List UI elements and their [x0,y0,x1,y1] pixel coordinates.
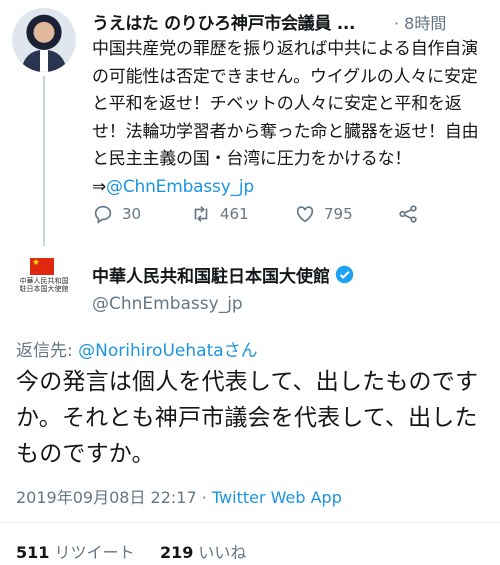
heart-icon [296,206,314,223]
author-avatar[interactable] [12,8,76,72]
avatar-shirt [40,50,48,72]
share-icon [399,205,417,223]
tweet1-text-body: 中国共産党の罪歴を振り返れば中共による自作自演の可能性は否定できません。ウイグル… [92,39,479,197]
retweets-stat[interactable]: 511 リツイート [16,543,135,562]
reply-count: 30 [122,205,142,223]
reply-icon [94,205,112,224]
reply-button[interactable]: 30 [92,203,141,225]
retweet-total: 511 [16,543,50,562]
star-icon: ★ [32,258,41,268]
like-button[interactable]: 795 [294,203,353,225]
tweet2-handle[interactable]: @ChnEmbassy_jp [92,294,243,314]
retweet-label: リツイート [49,543,135,562]
reply-to-line: 返信先: @NorihiroUehataさん [16,336,258,361]
tweet2-timestamp[interactable]: 2019年09月08日 22:17 · [16,488,212,507]
embassy-avatar[interactable]: ★ 中華人民共和国駐日本国大使館 [18,258,69,316]
like-count: 795 [324,205,353,223]
like-label: いいね [193,543,247,562]
tweet2-stats: 511 リツイート 219 いいね [16,539,246,563]
thread-line [43,76,45,246]
reply-to-link[interactable]: @NorihiroUehataさん [78,341,258,361]
tweet2-author-name[interactable]: 中華人民共和国駐日本国大使館 [92,262,354,287]
tweet2-author-name-text: 中華人民共和国駐日本国大使館 [92,267,330,287]
like-total: 219 [159,543,194,562]
tweet1-text: 中国共産党の罪歴を振り返れば中共による自作自演の可能性は否定できません。ウイグル… [92,36,490,201]
tweet1-mention-link[interactable]: @ChnEmbassy_jp [106,177,254,197]
tweet1-author-name[interactable]: うえはた のりひろ神戸市会議員 ... [92,9,355,34]
reply-prefix: 返信先: [16,341,79,361]
tweet1-actions: 30 461 795 [92,203,492,229]
china-flag-icon: ★ [30,258,54,275]
verified-badge-icon [335,265,354,284]
tweet2-source-link[interactable]: Twitter Web App [212,488,342,507]
share-button[interactable] [397,203,427,225]
tweet2-meta: 2019年09月08日 22:17 · Twitter Web App [16,484,342,508]
tweet2-text: 今の発言は個人を代表して、出したものですか。それとも神戸市議会を代表して、出した… [16,369,479,467]
retweet-count: 461 [220,205,249,223]
retweet-icon [194,206,208,222]
divider [0,522,500,523]
avatar-caption: 中華人民共和国駐日本国大使館 [19,277,69,293]
likes-stat[interactable]: 219 いいね [160,543,247,562]
tweet1-time[interactable]: · 8時間 [394,10,446,34]
retweet-button[interactable]: 461 [190,203,249,225]
